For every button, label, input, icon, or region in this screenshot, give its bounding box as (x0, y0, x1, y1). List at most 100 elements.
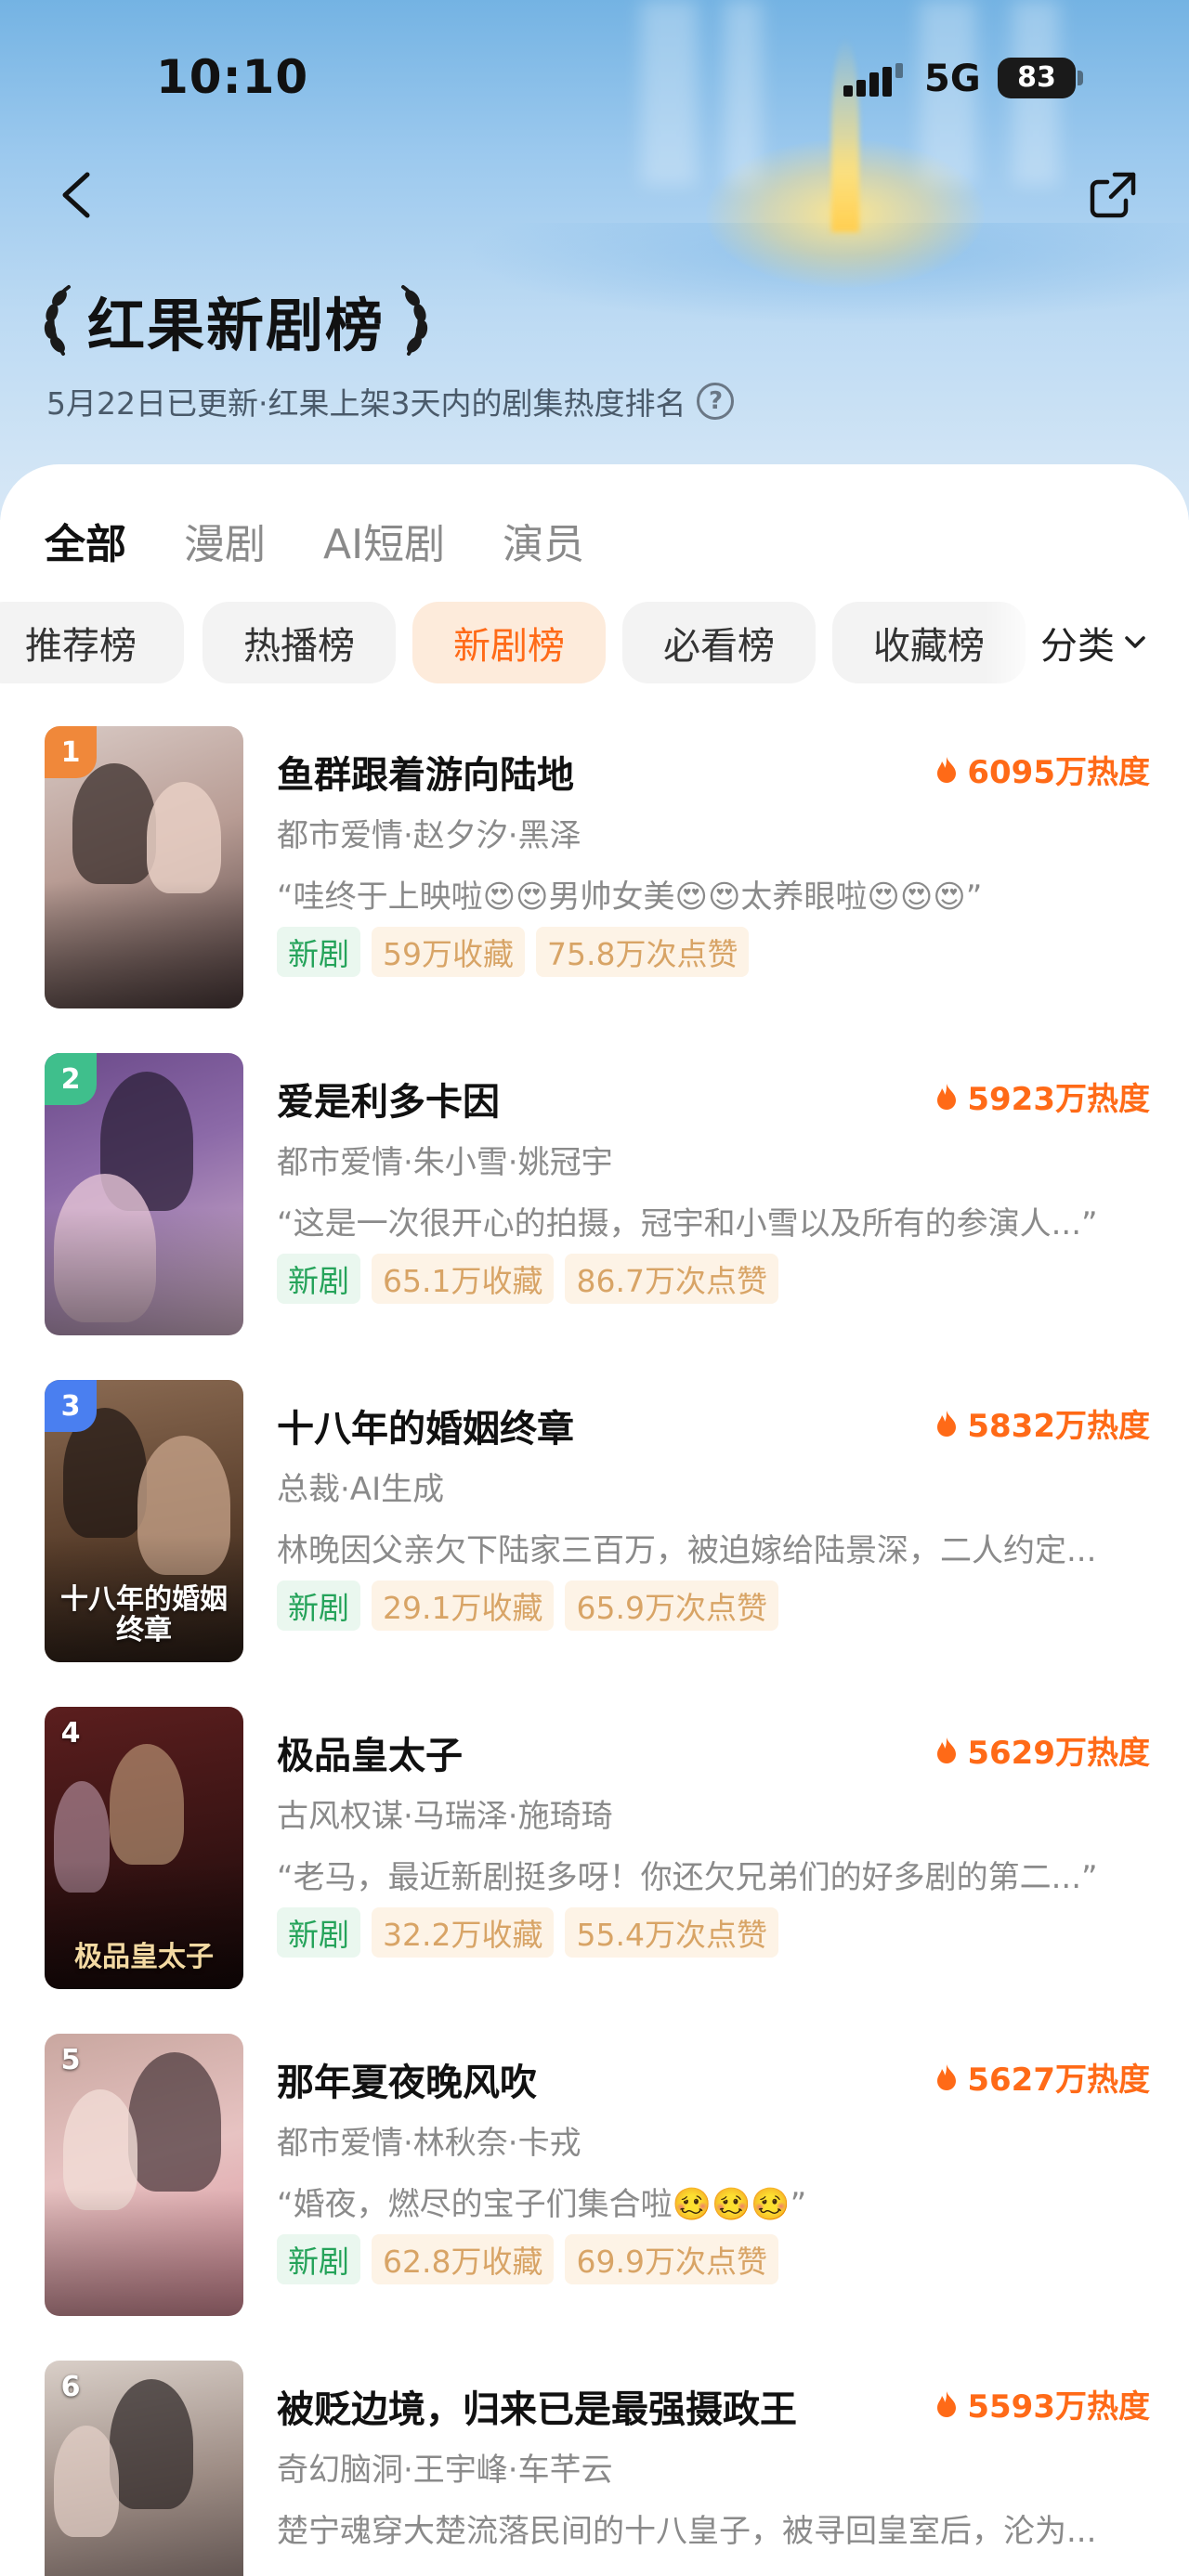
heat-value: 5832万热度 (967, 1408, 1150, 1445)
heat-value: 5629万热度 (967, 1735, 1150, 1772)
new-tag: 新剧 (277, 1581, 360, 1631)
likes-count: 75.8万次点赞 (536, 927, 750, 977)
page-subtitle: 5月22日已更新·红果上架3天内的剧集热度排名 (46, 385, 686, 422)
fire-icon (937, 756, 957, 783)
poster-image[interactable]: 极品皇太子 4 (45, 1707, 243, 1989)
subtitle-row: 5月22日已更新·红果上架3天内的剧集热度排名 ? (46, 379, 735, 423)
network-type: 5G (924, 58, 981, 100)
chip-recommended[interactable]: 推荐榜 (0, 602, 184, 683)
tab-actors[interactable]: 演员 (503, 511, 584, 570)
status-time: 10:10 (156, 50, 309, 104)
item-tags: 新剧 59万收藏 75.8万次点赞 (277, 927, 750, 977)
new-tag: 新剧 (277, 1254, 360, 1304)
status-bar: 10:10 5G 83 (0, 45, 1189, 119)
item-title: 那年夏夜晚风吹 (277, 2062, 537, 2104)
poster-figure (128, 2052, 221, 2192)
rank-badge: 2 (45, 1053, 97, 1105)
back-arrow-icon[interactable] (54, 167, 100, 223)
heat-score: 5629万热度 (935, 1727, 1150, 1773)
list-item[interactable]: 十八年的婚姻终章 3 十八年的婚姻终章 5832万热度 总裁·AI生成 林晚因父… (0, 1380, 1189, 1677)
favorites-count: 29.1万收藏 (372, 1581, 555, 1631)
laurel-right-icon (401, 285, 428, 356)
poster-shade (45, 1208, 243, 1335)
poster-image[interactable]: 6 (45, 2361, 243, 2576)
tab-ai-short-drama[interactable]: AI短剧 (323, 511, 445, 570)
poster-image[interactable]: 2 (45, 1053, 243, 1335)
item-meta: 都市爱情·林秋奈·卡戎 (277, 2125, 581, 2162)
poster-image[interactable]: 十八年的婚姻终章 3 (45, 1380, 243, 1662)
item-title: 十八年的婚姻终章 (277, 1408, 574, 1451)
help-icon[interactable]: ? (697, 383, 735, 420)
item-description: “婚夜，燃尽的宝子们集合啦🥴🥴🥴” (277, 2186, 807, 2223)
likes-count: 86.7万次点赞 (565, 1254, 778, 1304)
tab-comic-drama[interactable]: 漫剧 (184, 511, 266, 570)
category-filter-button[interactable]: 分类 (1031, 602, 1148, 683)
rank-badge: 6 (60, 2370, 81, 2403)
rank-badge: 4 (60, 1716, 81, 1750)
item-title: 爱是利多卡因 (277, 1081, 500, 1124)
page-title: 红果新剧榜 (87, 292, 385, 359)
poster-figure (110, 1744, 184, 1865)
new-tag: 新剧 (277, 927, 360, 977)
heat-score: 5923万热度 (935, 1073, 1150, 1119)
chevron-down-icon (1125, 636, 1145, 648)
likes-count: 65.9万次点赞 (565, 1581, 778, 1631)
favorites-count: 32.2万收藏 (372, 1907, 555, 1958)
chip-hot[interactable]: 热播榜 (203, 602, 396, 683)
list-item[interactable]: 1 鱼群跟着游向陆地 6095万热度 都市爱情·赵夕汐·黑泽 “哇终于上映啦😍😍… (0, 726, 1189, 1023)
rank-badge: 5 (60, 2043, 81, 2076)
ranking-chip-bar: 推荐榜 热播榜 新剧榜 必看榜 收藏榜 分类 (0, 602, 1189, 685)
item-meta: 都市爱情·赵夕汐·黑泽 (277, 817, 581, 854)
laurel-left-icon (44, 285, 71, 356)
list-item[interactable]: 5 那年夏夜晚风吹 5627万热度 都市爱情·林秋奈·卡戎 “婚夜，燃尽的宝子们… (0, 2034, 1189, 2331)
item-meta: 都市爱情·朱小雪·姚冠宇 (277, 1144, 613, 1181)
category-tabs: 全部 漫剧 AI短剧 演员 (45, 511, 584, 570)
list-item[interactable]: 2 爱是利多卡因 5923万热度 都市爱情·朱小雪·姚冠宇 “这是一次很开心的拍… (0, 1053, 1189, 1350)
share-icon[interactable] (1087, 169, 1139, 221)
item-meta: 古风权谋·马瑞泽·施琦琦 (277, 1798, 613, 1835)
item-description: 楚宁魂穿大楚流落民间的十八皇子，被寻回皇室后，沦为... (277, 2513, 1097, 2550)
content-sheet: 全部 漫剧 AI短剧 演员 推荐榜 热播榜 新剧榜 必看榜 收藏榜 分类 1 鱼… (0, 464, 1189, 2576)
likes-count: 55.4万次点赞 (565, 1907, 778, 1958)
item-meta: 总裁·AI生成 (277, 1471, 445, 1508)
list-item[interactable]: 6 被贬边境，归来已是最强摄政王 5593万热度 奇幻脑洞·王宇峰·车芊云 楚宁… (0, 2361, 1189, 2576)
tab-all[interactable]: 全部 (45, 511, 126, 570)
battery-cap (1078, 71, 1083, 85)
heat-value: 6095万热度 (967, 754, 1150, 791)
poster-figure (147, 782, 221, 893)
battery-level: 83 (1017, 61, 1056, 94)
new-tag: 新剧 (277, 1907, 360, 1958)
heat-value: 5923万热度 (967, 1081, 1150, 1118)
item-description: “这是一次很开心的拍摄，冠宇和小雪以及所有的参演人...” (277, 1205, 1098, 1242)
category-filter-label: 分类 (1040, 625, 1115, 668)
poster-figure (54, 2426, 119, 2537)
item-description: “老马，最近新剧挺多呀！你还欠兄弟们的好多剧的第二...” (277, 1859, 1098, 1896)
item-tags: 新剧 62.8万收藏 69.9万次点赞 (277, 2234, 778, 2284)
cellular-signal-icon (843, 63, 903, 97)
heat-value: 5627万热度 (967, 2062, 1150, 2099)
likes-count: 69.9万次点赞 (565, 2234, 778, 2284)
poster-shade (45, 881, 243, 1008)
poster-image[interactable]: 1 (45, 726, 243, 1008)
item-tags: 新剧 29.1万收藏 65.9万次点赞 (277, 1581, 778, 1631)
chip-new[interactable]: 新剧榜 (412, 602, 606, 683)
item-meta: 奇幻脑洞·王宇峰·车芊云 (277, 2452, 613, 2489)
fire-icon (937, 2390, 957, 2417)
list-item[interactable]: 极品皇太子 4 极品皇太子 5629万热度 古风权谋·马瑞泽·施琦琦 “老马，最… (0, 1707, 1189, 2004)
new-tag: 新剧 (277, 2234, 360, 2284)
fire-icon (937, 1737, 957, 1763)
item-title: 极品皇太子 (277, 1735, 463, 1777)
heat-score: 6095万热度 (935, 747, 1150, 792)
item-description: 林晚因父亲欠下陆家三百万，被迫嫁给陆景深，二人约定... (277, 1532, 1097, 1569)
poster-title-text: 极品皇太子 (74, 1941, 214, 1973)
rank-badge: 3 (45, 1380, 97, 1432)
favorites-count: 62.8万收藏 (372, 2234, 555, 2284)
chip-must-watch[interactable]: 必看榜 (622, 602, 816, 683)
poster-shade (45, 2189, 243, 2316)
poster-image[interactable]: 5 (45, 2034, 243, 2316)
poster-title-text: 十八年的婚姻终章 (60, 1583, 228, 1646)
heat-score: 5627万热度 (935, 2054, 1150, 2100)
favorites-count: 59万收藏 (372, 927, 525, 977)
item-tags: 新剧 65.1万收藏 86.7万次点赞 (277, 1254, 778, 1304)
favorites-count: 65.1万收藏 (372, 1254, 555, 1304)
